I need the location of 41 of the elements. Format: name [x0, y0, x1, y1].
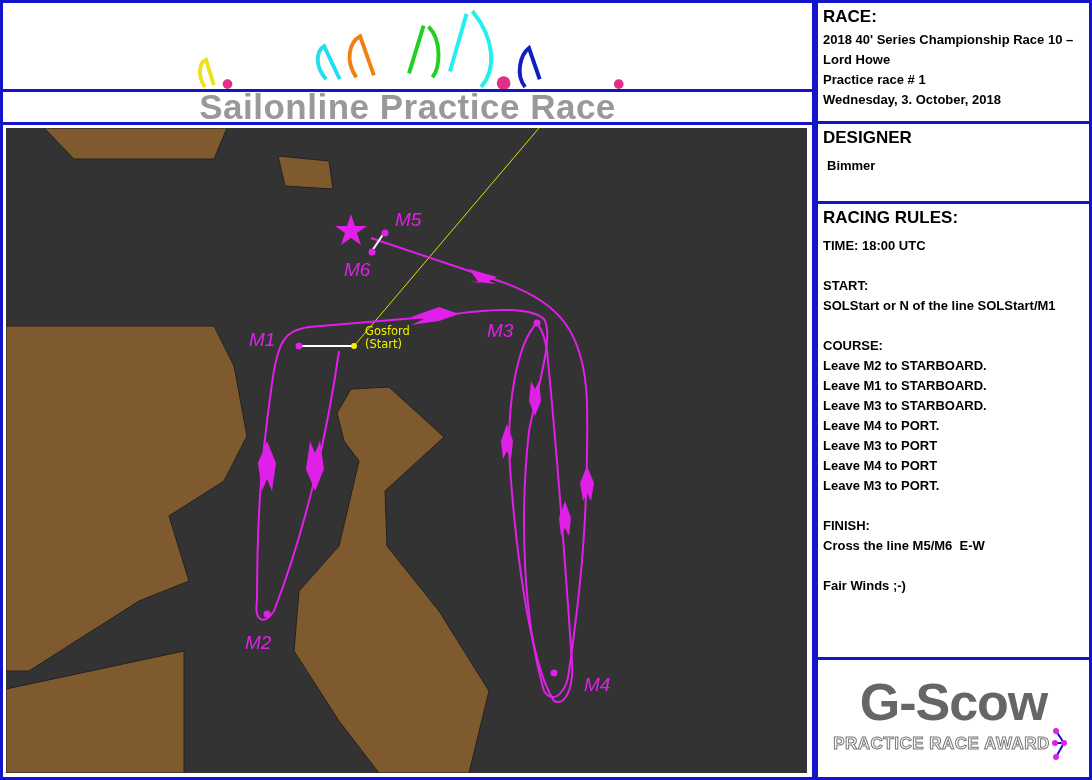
rule-text: Fair Winds ;-)	[823, 577, 907, 595]
mark-label: M6	[344, 259, 371, 280]
start-label: Gosford	[365, 324, 410, 338]
rule-text: Leave M4 to PORT	[823, 457, 939, 475]
rule-text: Leave M3 to PORT.	[823, 477, 941, 495]
mark-dot	[263, 610, 271, 618]
start-dot	[351, 343, 357, 349]
rule-text: START:	[823, 277, 870, 295]
race-info-text: Wednesday, 3. October, 2018	[823, 91, 1002, 109]
rule-text: Leave M4 to PORT.	[823, 417, 941, 435]
mark-dot	[550, 669, 558, 677]
panel-heading: RACING RULES:	[823, 208, 960, 228]
rule-text: Leave M3 to STARBOARD.	[823, 397, 988, 415]
mark-dot	[295, 342, 303, 350]
rule-text: COURSE:	[823, 337, 884, 355]
race-info-text: 2018 40' Series Championship Race 10 – Lord Howe	[823, 31, 1075, 69]
mark-label: M2	[245, 632, 272, 653]
finish-line	[371, 232, 385, 252]
rule-text: Leave M3 to PORT	[823, 437, 939, 455]
mark-label: M4	[584, 674, 611, 695]
panel-heading: RACE:	[823, 7, 878, 27]
panel-heading: DESIGNER	[823, 128, 913, 148]
rule-text: FINISH:	[823, 517, 871, 535]
award-title: G-Scow	[859, 676, 1048, 727]
race-info-text: Practice race # 1	[823, 71, 927, 89]
mark-label: M3	[487, 320, 514, 341]
rule-text: SOLStart or N of the line SOLStart/M1	[823, 297, 1057, 315]
start-label: (Start)	[365, 337, 403, 351]
rule-text: Leave M1 to STARBOARD.	[823, 377, 988, 395]
mark-dot	[381, 229, 389, 237]
rule-text: TIME: 18:00 UTC	[823, 237, 927, 255]
mark-dot	[368, 248, 376, 256]
mark-dot	[533, 319, 541, 327]
rule-text: Cross the line M5/M6 E-W	[823, 537, 986, 555]
mark-label: M1	[249, 329, 276, 350]
finish-star-icon	[335, 214, 367, 245]
award-subtitle: PRACTICE RACE AWARD	[833, 733, 1050, 754]
header-title: Sailonline Practice Race	[199, 92, 616, 122]
mark-label: M5	[395, 209, 422, 230]
designer-name: Bimmer	[827, 157, 877, 175]
rule-text: Leave M2 to STARBOARD.	[823, 357, 988, 375]
